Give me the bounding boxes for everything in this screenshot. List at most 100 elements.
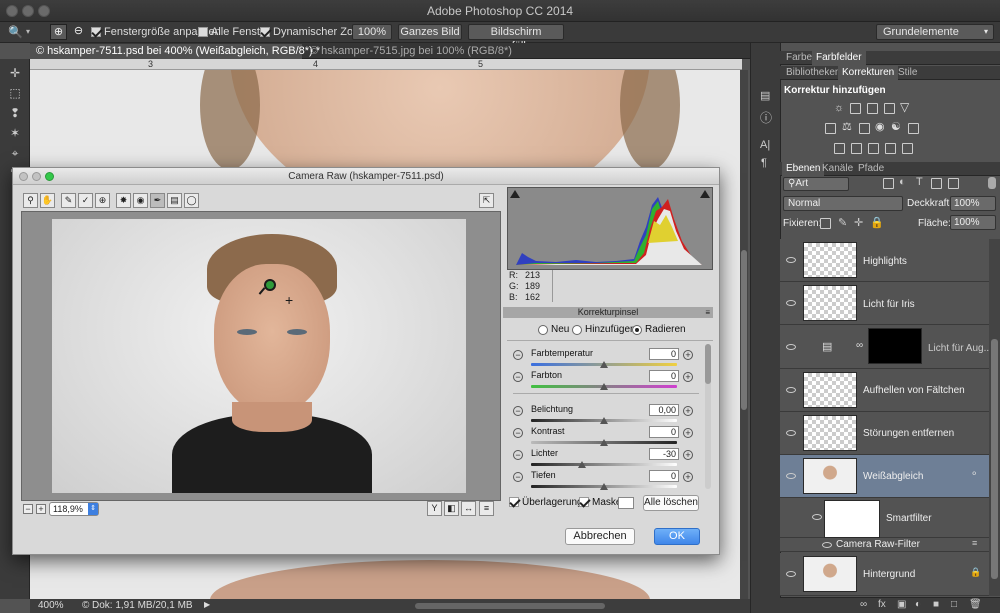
slider-value-input[interactable]: 0,00 (649, 404, 679, 416)
selective-color-icon[interactable] (902, 143, 913, 154)
delete-layer-icon[interactable]: 🗑 (969, 599, 982, 610)
slider-value-input[interactable]: 0 (649, 426, 679, 438)
visibility-eye-icon[interactable] (786, 473, 796, 479)
slider-plus-icon[interactable]: + (683, 406, 693, 416)
exposure-adjust-icon[interactable] (884, 103, 895, 114)
visibility-eye-icon[interactable] (812, 514, 822, 520)
hue-saturation-icon[interactable] (825, 123, 836, 134)
zoom-tool-icon[interactable]: 🔍 (8, 25, 24, 39)
slider-thumb[interactable] (600, 439, 608, 446)
whole-image-button[interactable]: Ganzes Bild (398, 24, 462, 40)
slider-scrollbar[interactable] (705, 344, 711, 489)
history-panel-icon[interactable]: ▤ (760, 89, 770, 102)
layer-hintergrund[interactable]: Hintergrund 🔒 (780, 553, 989, 596)
blend-mode-select[interactable]: Normal (783, 196, 903, 211)
lock-transparency-icon[interactable] (820, 218, 831, 229)
slider-minus-icon[interactable]: − (513, 350, 523, 360)
all-windows-checkbox[interactable]: Alle Fenster (198, 26, 270, 38)
lock-pixels-icon[interactable]: ✎ (838, 216, 847, 229)
slider-thumb[interactable] (600, 483, 608, 490)
layer-highlights[interactable]: Highlights (780, 239, 989, 282)
view-swap-icon[interactable]: ↔ (461, 501, 476, 516)
filter-type-icon[interactable]: T (916, 176, 923, 188)
posterize-icon[interactable] (851, 143, 862, 154)
tab-color[interactable]: Farbe (782, 51, 816, 65)
color-balance-icon[interactable]: ⚖ (842, 120, 852, 133)
vibrance-adjust-icon[interactable]: ▽ (900, 100, 909, 114)
smart-filter-toggle-icon[interactable]: ⚬ (970, 469, 978, 480)
slider-plus-icon[interactable]: + (683, 428, 693, 438)
lasso-tool-icon[interactable]: ❢ (7, 105, 23, 121)
fill-screen-button[interactable]: Bildschirm ausfüllen (468, 24, 564, 52)
tab-channels[interactable]: Kanäle (818, 162, 857, 176)
move-tool-icon[interactable]: ✛ (7, 65, 23, 81)
lock-all-icon[interactable]: 🔒 (870, 216, 884, 229)
brightness-adjust-icon[interactable]: ☼ (834, 102, 844, 114)
filter-adjust-icon[interactable]: ◐ (899, 176, 906, 188)
clear-all-button[interactable]: Alle löschen (643, 495, 699, 511)
layer-weissabgleich[interactable]: Weißabgleich ⚬ (780, 455, 989, 498)
zoom-out-icon[interactable]: ⊖ (70, 24, 87, 40)
mode-new-radio[interactable]: Neu (538, 324, 569, 335)
adjustment-pin-icon[interactable] (264, 279, 276, 291)
filter-shape-icon[interactable] (931, 178, 942, 189)
visibility-eye-icon[interactable] (786, 571, 796, 577)
cr-graduated-filter-icon[interactable]: ▤ (167, 193, 182, 208)
slider-value-input[interactable]: 0 (649, 348, 679, 360)
filter-options-icon[interactable]: ≡ (972, 538, 977, 548)
layer-style-icon[interactable]: fx (878, 599, 886, 610)
slider-value-input[interactable]: 0 (649, 470, 679, 482)
mode-add-radio[interactable]: Hinzufügen (572, 324, 636, 335)
opacity-input[interactable]: 100% (950, 196, 996, 211)
dialog-zoom-button[interactable] (45, 172, 54, 181)
visibility-eye-icon[interactable] (786, 257, 796, 263)
view-settings-icon[interactable]: ≡ (479, 501, 494, 516)
dialog-close-button[interactable] (19, 172, 28, 181)
cr-red-eye-icon[interactable]: ◉ (133, 193, 148, 208)
slider-thumb[interactable] (578, 461, 587, 468)
layers-scrollbar[interactable] (989, 239, 1000, 596)
tab-swatches[interactable]: Farbfelder (812, 51, 866, 65)
tab-adjustments[interactable]: Korrekturen (838, 66, 899, 80)
overlay-checkbox[interactable]: Überlagerung (509, 497, 583, 508)
zoom-level-select[interactable]: 118,9% ⇕ (49, 502, 99, 516)
magic-wand-tool-icon[interactable]: ✶ (7, 125, 23, 141)
panel-menu-icon[interactable]: ≡ (705, 307, 710, 318)
tool-preset-dropdown-icon[interactable]: ▾ (26, 27, 30, 36)
slider-plus-icon[interactable]: + (683, 472, 693, 482)
mask-color-swatch[interactable] (618, 497, 634, 509)
visibility-eye-icon[interactable] (786, 430, 796, 436)
filter-toggle-switch[interactable] (988, 177, 996, 189)
layer-stoerungen[interactable]: Störungen entfernen (780, 412, 989, 455)
visibility-eye-icon[interactable] (786, 344, 796, 350)
zoom-100-button[interactable]: 100% (352, 24, 392, 40)
cr-fullscreen-icon[interactable]: ⇱ (479, 193, 494, 208)
black-white-icon[interactable] (859, 123, 870, 134)
slider-thumb[interactable] (600, 383, 608, 390)
layer-aufhellen[interactable]: Aufhellen von Fältchen (780, 369, 989, 412)
layers-scroll-thumb[interactable] (991, 339, 998, 579)
slider-value-input[interactable]: 0 (649, 370, 679, 382)
cr-white-balance-icon[interactable]: ✎ (61, 193, 76, 208)
zoom-in-button[interactable]: + (36, 504, 46, 514)
ok-button[interactable]: OK (654, 528, 700, 545)
slider-scroll-thumb[interactable] (705, 344, 711, 384)
curves-adjust-icon[interactable] (867, 103, 878, 114)
visibility-eye-icon[interactable] (822, 542, 832, 548)
workspace-select[interactable]: Grundelemente ▾ (876, 24, 994, 40)
cr-radial-filter-icon[interactable]: ◯ (184, 193, 199, 208)
photo-filter-icon[interactable]: ◉ (875, 120, 885, 133)
threshold-icon[interactable] (868, 143, 879, 154)
lock-position-icon[interactable]: ✛ (854, 216, 863, 229)
slider-value-input[interactable]: -30 (649, 448, 679, 460)
zoom-out-button[interactable]: − (23, 504, 33, 514)
visibility-eye-icon[interactable] (786, 387, 796, 393)
dialog-minimize-button[interactable] (32, 172, 41, 181)
invert-icon[interactable] (834, 143, 845, 154)
info-panel-icon[interactable]: ⓘ (760, 109, 772, 126)
slider-minus-icon[interactable]: − (513, 428, 523, 438)
visibility-eye-icon[interactable] (786, 300, 796, 306)
cr-adjustment-brush-icon[interactable]: ✒ (150, 193, 165, 208)
slider-minus-icon[interactable]: − (513, 406, 523, 416)
layer-smartfilter[interactable]: Smartfilter (780, 498, 989, 538)
